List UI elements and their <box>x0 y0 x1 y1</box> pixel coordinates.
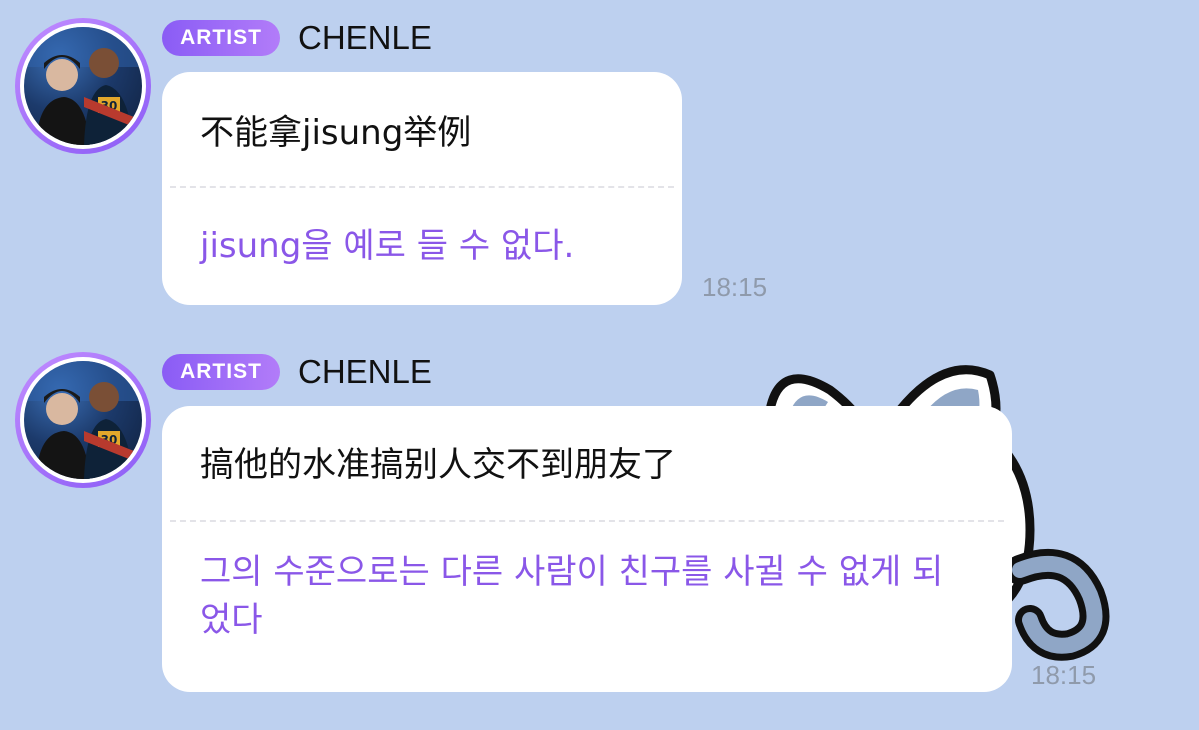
translation-text: jisung을 예로 들 수 없다. <box>200 226 575 266</box>
message-bubble[interactable]: 搞他的水准搞别人交不到朋友了 그의 수준으로는 다른 사람이 친구를 사귈 수 … <box>162 406 1012 692</box>
timestamp: 18:15 <box>1031 660 1097 690</box>
profile-photo-icon: 30 <box>24 27 142 145</box>
original-text: 搞他的水准搞别人交不到朋友了 <box>200 445 676 485</box>
sender-name: CHENLE <box>298 353 432 390</box>
artist-badge: ARTIST <box>162 354 280 390</box>
artist-badge: ARTIST <box>162 20 280 56</box>
timestamp: 18:15 <box>702 272 768 302</box>
message-bubble[interactable]: 不能拿jisung举例 jisung을 예로 들 수 없다. <box>162 72 682 305</box>
avatar[interactable]: 30 <box>15 18 151 154</box>
translation-text: 그의 수준으로는 다른 사람이 친구를 사귈 수 없게 되었다 <box>200 552 944 640</box>
sender-name: CHENLE <box>298 19 432 56</box>
avatar[interactable]: 30 <box>15 352 151 488</box>
profile-photo-icon: 30 <box>24 361 142 479</box>
original-text: 不能拿jisung举例 <box>200 113 472 153</box>
